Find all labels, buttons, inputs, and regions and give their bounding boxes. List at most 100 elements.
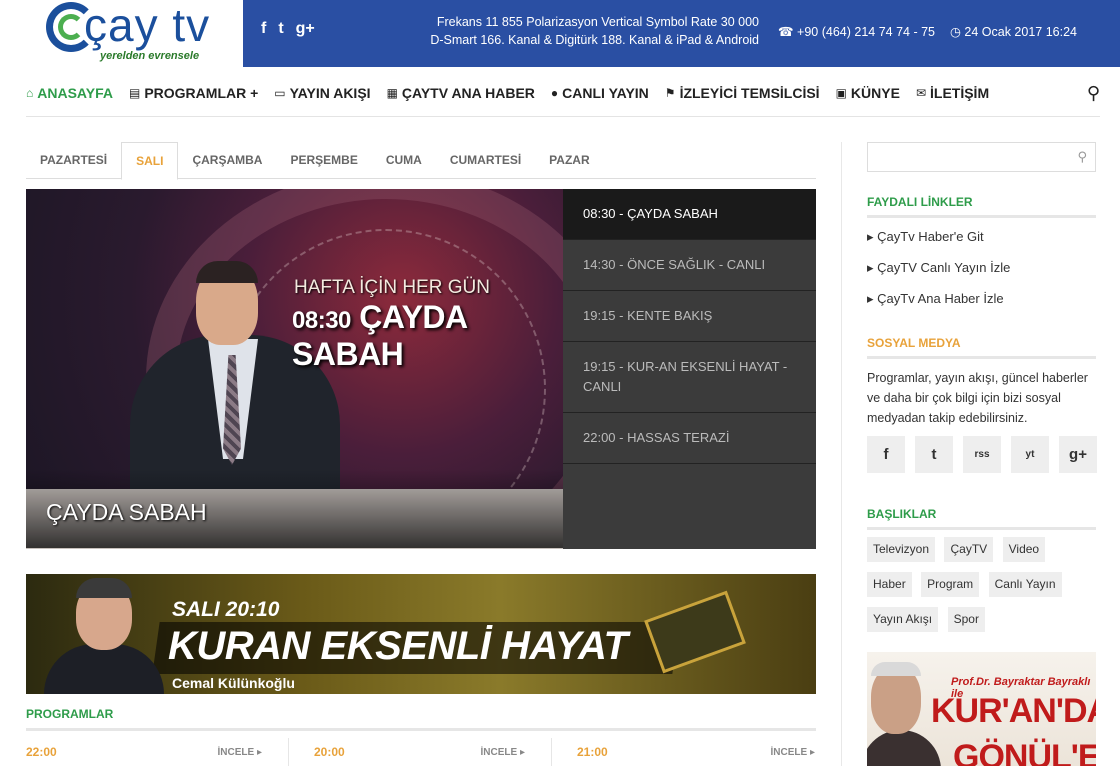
list-icon: ▤ <box>128 86 141 100</box>
nav-item-anasayfa[interactable]: ⌂ ANASAYFA <box>26 85 113 101</box>
nav-item-yayin-akisi[interactable]: ▭ YAYIN AKIŞI <box>274 85 370 101</box>
logo[interactable]: çay tv yerelden evrensele <box>0 0 243 67</box>
sidebar-link-label: ÇayTv Haber'e Git <box>877 229 984 244</box>
nav-label: PROGRAMLAR + <box>144 85 259 101</box>
main-nav: ⌂ ANASAYFA ▤ PROGRAMLAR + ▭ YAYIN AKIŞI … <box>26 83 1100 103</box>
ad-person-face <box>871 666 921 734</box>
googleplus-icon[interactable]: g+ <box>296 20 315 38</box>
sidebar-link-label: ÇayTV Canlı Yayın İzle <box>877 260 1011 275</box>
tab-pazartesi[interactable]: PAZARTESİ <box>26 142 121 179</box>
sidebar-link[interactable]: ▸ ÇayTV Canlı Yayın İzle <box>867 260 1010 276</box>
logo-text: çay tv <box>84 0 211 51</box>
nav-item-ana-haber[interactable]: ▦ ÇAYTV ANA HABER <box>387 85 535 101</box>
nav-divider <box>26 116 1100 117</box>
briefcase-icon: ▣ <box>835 86 847 100</box>
date-text: 24 Ocak 2017 16:24 <box>964 25 1077 39</box>
home-icon: ⌂ <box>26 86 34 100</box>
social-heading: SOSYAL MEDYA <box>867 336 961 350</box>
sidebar-link[interactable]: ▸ ÇayTv Ana Haber İzle <box>867 291 1004 307</box>
tab-sali[interactable]: SALI <box>121 142 179 180</box>
banner-time: SALI 20:10 <box>172 598 280 621</box>
tag[interactable]: ÇayTV <box>944 537 994 562</box>
tags-heading: BAŞLIKLAR <box>867 507 937 521</box>
tab-persembe[interactable]: PERŞEMBE <box>276 142 371 179</box>
tag[interactable]: Televizyon <box>867 537 936 562</box>
caret-right-icon: ▸ <box>867 260 878 275</box>
program-time: 21:00 <box>577 745 608 759</box>
banner-presenter-name: Cemal Külünkoğlu <box>172 675 295 691</box>
frequency-line-2: D-Smart 166. Kanal & Digitürk 188. Kanal… <box>430 33 759 47</box>
nav-item-canli-yayin[interactable]: ● CANLI YAYIN <box>551 85 649 101</box>
nav-item-kunye[interactable]: ▣ KÜNYE <box>836 85 900 101</box>
tag[interactable]: Yayın Akışı <box>867 607 939 632</box>
tag[interactable]: Spor <box>947 607 985 632</box>
frequency-line-1: Frekans 11 855 Polarizasyon Vertical Sym… <box>436 15 759 29</box>
schedule-item[interactable]: 22:00 - HASSAS TERAZİ <box>563 413 816 464</box>
featured-title[interactable]: ÇAYDA SABAH <box>46 499 207 526</box>
ad-title-1: KUR'AN'DAN <box>931 692 1096 730</box>
schedule-list: 08:30 - ÇAYDA SABAH 14:30 - ÖNCE SAĞLIK … <box>563 189 816 549</box>
globe-icon: ● <box>550 86 559 100</box>
programs-heading: PROGRAMLAR <box>26 707 114 721</box>
tab-cuma[interactable]: CUMA <box>372 142 436 179</box>
laptop-icon: ▭ <box>274 86 286 100</box>
envelope-icon: ✉ <box>915 86 926 100</box>
facebook-icon[interactable]: f <box>867 436 905 473</box>
tab-pazar[interactable]: PAZAR <box>535 142 603 179</box>
phone-info: ☎ +90 (464) 214 74 74 - 75 <box>778 24 935 39</box>
incele-link[interactable]: İNCELE ▸ <box>771 747 815 758</box>
program-item: 22:00 İNCELE ▸ <box>26 738 289 766</box>
sidebar-divider <box>841 142 842 766</box>
film-icon: ▦ <box>386 86 398 100</box>
featured-program-image[interactable]: HAFTA İÇİN HER GÜN 08:30 ÇAYDA SABAH ÇAY… <box>26 189 563 549</box>
nav-label: ÇAYTV ANA HABER <box>401 85 535 101</box>
tag[interactable]: Video <box>1002 537 1046 562</box>
social-buttons: f t rss yt g+ <box>867 436 1097 473</box>
schedule-item[interactable]: 19:15 - KENTE BAKIŞ <box>563 291 816 342</box>
incele-link[interactable]: İNCELE ▸ <box>481 747 525 758</box>
program-item: 20:00 İNCELE ▸ <box>289 738 552 766</box>
schedule-item[interactable]: 19:15 - KUR-AN EKSENLİ HAYAT - CANLI <box>563 342 816 413</box>
header-info-bar: f t g+ Frekans 11 855 Polarizasyon Verti… <box>243 0 1120 67</box>
banner-presenter-suit <box>44 644 164 694</box>
nav-item-izleyici-temsilcisi[interactable]: ⚑ İZLEYİCİ TEMSİLCİSİ <box>665 85 820 101</box>
nav-label: KÜNYE <box>850 85 900 101</box>
sidebar-search-input[interactable]: ⚲ <box>867 142 1096 172</box>
search-icon[interactable]: ⚲ <box>1087 83 1100 104</box>
overlay-title: 08:30 ÇAYDA SABAH <box>292 299 563 373</box>
tab-carsamba[interactable]: ÇARŞAMBA <box>178 142 276 179</box>
nav-label: ANASAYFA <box>37 85 113 101</box>
nav-item-programlar[interactable]: ▤ PROGRAMLAR + <box>129 85 258 101</box>
youtube-icon[interactable]: yt <box>1011 436 1049 473</box>
rss-icon[interactable]: rss <box>963 436 1001 473</box>
caret-right-icon: ▸ <box>867 291 878 306</box>
quran-book-image <box>644 590 746 674</box>
phone-icon: ☎ <box>778 25 798 39</box>
links-divider <box>867 215 1096 218</box>
incele-link[interactable]: İNCELE ▸ <box>218 747 262 758</box>
program-time: 20:00 <box>314 745 345 759</box>
facebook-icon[interactable]: f <box>261 20 266 38</box>
schedule-item[interactable]: 08:30 - ÇAYDA SABAH <box>563 189 816 240</box>
twitter-icon[interactable]: t <box>915 436 953 473</box>
tag[interactable]: Program <box>921 572 980 597</box>
twitter-icon[interactable]: t <box>278 20 283 38</box>
schedule-item[interactable]: 14:30 - ÖNCE SAĞLIK - CANLI <box>563 240 816 291</box>
program-banner[interactable]: SALI 20:10 KURAN EKSENLİ HAYAT Cemal Kül… <box>26 574 816 694</box>
googleplus-icon[interactable]: g+ <box>1059 436 1097 473</box>
sidebar-ad-banner[interactable]: Prof.Dr. Bayraktar Bayraklı ile KUR'AN'D… <box>867 652 1096 766</box>
frequency-info: Frekans 11 855 Polarizasyon Vertical Sym… <box>421 13 759 49</box>
programs-divider <box>26 728 816 731</box>
nav-item-iletisim[interactable]: ✉ İLETİŞİM <box>916 85 989 101</box>
tag[interactable]: Canlı Yayın <box>988 572 1062 597</box>
tab-cumartesi[interactable]: CUMARTESİ <box>436 142 535 179</box>
overlay-subtitle: HAFTA İÇİN HER GÜN <box>294 277 490 298</box>
sidebar-link[interactable]: ▸ ÇayTv Haber'e Git <box>867 229 984 245</box>
search-icon[interactable]: ⚲ <box>1077 149 1087 165</box>
programs-list: 22:00 İNCELE ▸ 20:00 İNCELE ▸ 21:00 İNCE… <box>26 738 816 766</box>
header-social: f t g+ <box>261 20 315 38</box>
overlay-time: 08:30 <box>292 307 351 334</box>
date-info: ◷ 24 Ocak 2017 16:24 <box>950 24 1077 39</box>
tag[interactable]: Haber <box>867 572 912 597</box>
ad-person-suit <box>867 730 941 766</box>
